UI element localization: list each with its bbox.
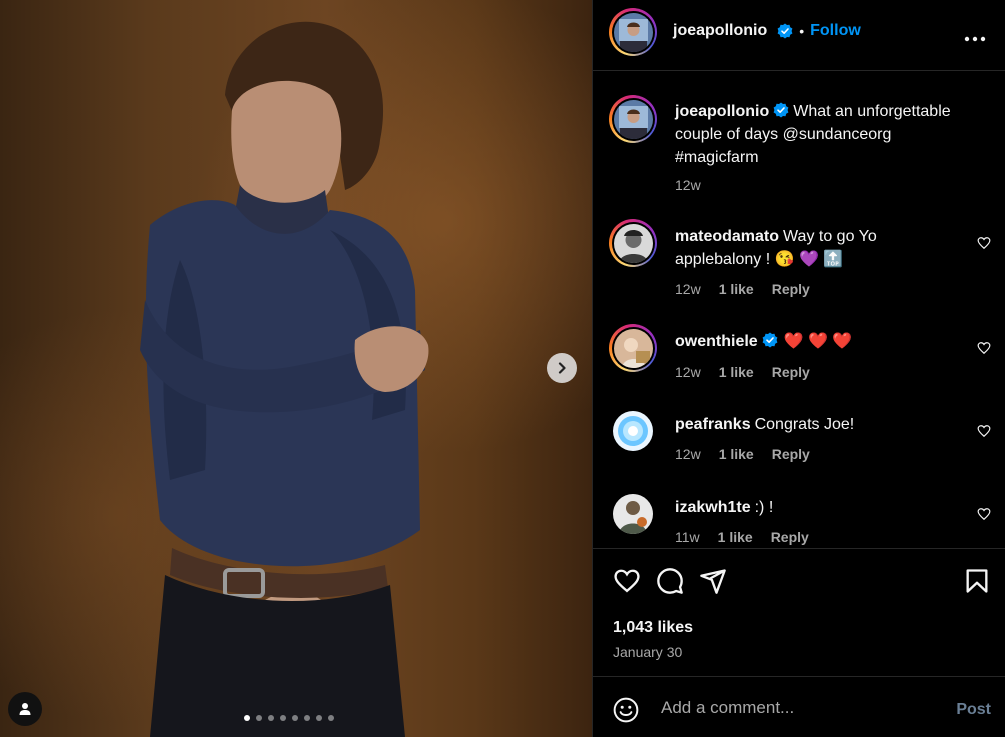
likes-count[interactable]: 1,043 likes bbox=[613, 619, 693, 637]
post-photo bbox=[140, 21, 429, 737]
avatar bbox=[613, 328, 653, 368]
comment-text: ❤️ ❤️ ❤️ bbox=[783, 333, 853, 350]
emoji-icon[interactable] bbox=[613, 697, 639, 723]
author-username[interactable]: joeapollonio bbox=[673, 22, 767, 40]
comment-avatar[interactable] bbox=[613, 494, 653, 534]
comment-avatar[interactable] bbox=[609, 324, 657, 372]
avatar bbox=[613, 411, 653, 451]
comment-icon[interactable] bbox=[656, 567, 684, 595]
verified-badge-icon bbox=[773, 102, 789, 118]
author-avatar[interactable] bbox=[609, 8, 657, 56]
comment-text: :) ! bbox=[754, 499, 774, 516]
comment-time[interactable]: 12w bbox=[675, 446, 701, 462]
post-header: joeapollonio • Follow bbox=[593, 0, 1005, 71]
post-side-panel: joeapollonio • Follow joeapollonio What … bbox=[592, 0, 1005, 737]
carousel-dot bbox=[244, 715, 250, 721]
carousel-dot bbox=[256, 715, 262, 721]
comment-username[interactable]: peafranks bbox=[675, 416, 751, 433]
caption-time[interactable]: 12w bbox=[675, 177, 701, 193]
reply-button[interactable]: Reply bbox=[772, 446, 810, 462]
share-icon[interactable] bbox=[699, 567, 727, 595]
caption-username[interactable]: joeapollonio bbox=[675, 103, 769, 120]
avatar bbox=[613, 99, 653, 139]
avatar bbox=[613, 12, 653, 52]
comment-avatar[interactable] bbox=[609, 219, 657, 267]
post-comment-button[interactable]: Post bbox=[956, 701, 991, 719]
comment-likes[interactable]: 1 like bbox=[718, 529, 753, 545]
carousel-indicator bbox=[244, 715, 334, 721]
instagram-post: joeapollonio • Follow joeapollonio What … bbox=[0, 0, 1005, 737]
chevron-right-icon bbox=[558, 362, 566, 374]
comment-text: Congrats Joe! bbox=[754, 416, 855, 433]
more-options-button[interactable] bbox=[964, 22, 986, 48]
comment-username[interactable]: izakwh1te bbox=[675, 499, 751, 516]
verified-badge-icon bbox=[777, 23, 793, 39]
like-comment-icon[interactable] bbox=[977, 424, 991, 438]
avatar bbox=[613, 223, 653, 263]
comment-likes[interactable]: 1 like bbox=[719, 446, 754, 462]
comment-username[interactable]: mateodamato bbox=[675, 228, 779, 245]
like-comment-icon[interactable] bbox=[977, 507, 991, 521]
follow-button[interactable]: Follow bbox=[810, 22, 861, 40]
carousel-dot bbox=[304, 715, 310, 721]
heart-icon[interactable] bbox=[613, 567, 641, 595]
more-horizontal-icon bbox=[964, 36, 986, 42]
comment-username[interactable]: owenthiele bbox=[675, 333, 758, 350]
tagged-users-button[interactable] bbox=[8, 692, 42, 726]
post-media[interactable] bbox=[0, 0, 592, 737]
comment-composer: Post bbox=[593, 676, 1005, 737]
carousel-dot bbox=[316, 715, 322, 721]
carousel-dot bbox=[328, 715, 334, 721]
bookmark-icon[interactable] bbox=[963, 567, 991, 595]
comments-list[interactable]: joeapollonio What an unforgettable couple… bbox=[593, 71, 1005, 548]
add-comment-input[interactable] bbox=[661, 695, 921, 721]
verified-badge-icon bbox=[762, 332, 778, 348]
next-slide-button[interactable] bbox=[547, 353, 577, 383]
comment-likes[interactable]: 1 like bbox=[719, 281, 754, 297]
reply-button[interactable]: Reply bbox=[772, 281, 810, 297]
header-separator: • bbox=[799, 23, 805, 39]
carousel-dot bbox=[268, 715, 274, 721]
comment-time[interactable]: 12w bbox=[675, 281, 701, 297]
avatar bbox=[613, 494, 653, 534]
like-comment-icon[interactable] bbox=[977, 236, 991, 250]
like-comment-icon[interactable] bbox=[977, 341, 991, 355]
carousel-dot bbox=[280, 715, 286, 721]
reply-button[interactable]: Reply bbox=[772, 364, 810, 380]
user-icon bbox=[19, 703, 31, 715]
caption-avatar[interactable] bbox=[609, 95, 657, 143]
reply-button[interactable]: Reply bbox=[771, 529, 809, 545]
comment-likes[interactable]: 1 like bbox=[719, 364, 754, 380]
comment-time[interactable]: 11w bbox=[675, 529, 700, 545]
comment-time[interactable]: 12w bbox=[675, 364, 701, 380]
post-date[interactable]: January 30 bbox=[613, 644, 682, 660]
carousel-dot bbox=[292, 715, 298, 721]
comment-avatar[interactable] bbox=[613, 411, 653, 451]
post-actions: 1,043 likes January 30 bbox=[593, 548, 1005, 676]
